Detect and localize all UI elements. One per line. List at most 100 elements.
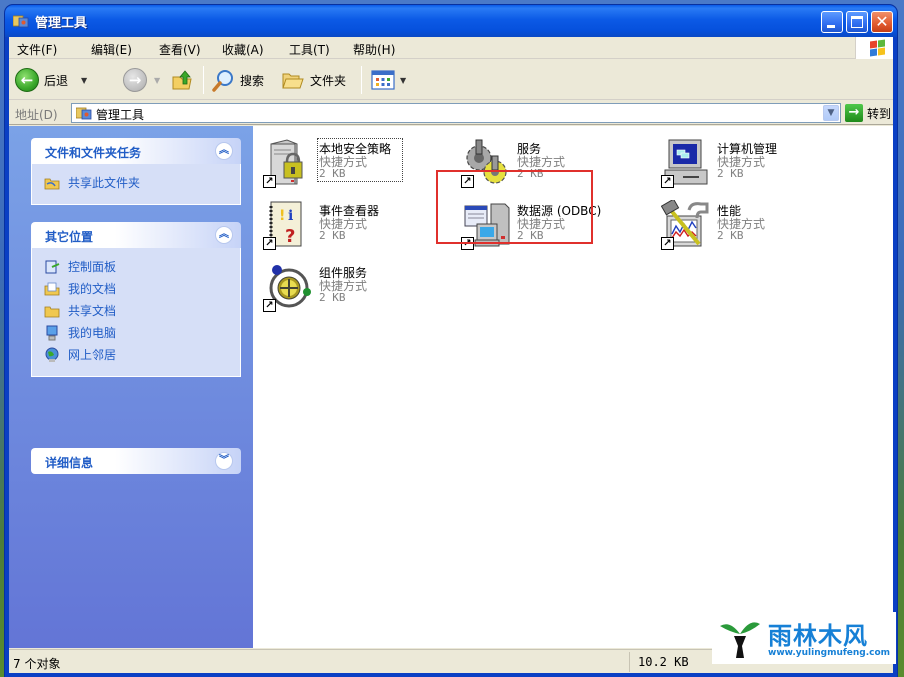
expand-icon[interactable]: ︾ (215, 452, 233, 470)
address-label: 地址(D) (15, 108, 58, 122)
menu-favorites[interactable]: 收藏(A) (222, 41, 264, 58)
item-size: 2 KB (319, 291, 346, 304)
toolbar-separator (361, 66, 362, 94)
back-button[interactable]: ← 后退 ▼ (15, 68, 87, 92)
link-my-computer[interactable]: 我的电脑 (32, 322, 240, 344)
search-button[interactable]: 搜索 (211, 68, 264, 92)
my-computer-icon (46, 325, 58, 341)
back-arrow-icon: ← (15, 68, 39, 92)
panel-other-places: 其它位置 ︽ 控制面板 我的文档 共享文档 我的电脑 网上邻居 (31, 222, 241, 377)
minimize-button[interactable] (821, 11, 843, 33)
collapse-icon[interactable]: ︽ (215, 226, 233, 244)
panel-header[interactable]: 文件和文件夹任务 ︽ (31, 138, 241, 164)
link-my-documents[interactable]: 我的文档 (32, 278, 240, 300)
admin-tools-folder-icon (13, 15, 29, 28)
task-pane: 文件和文件夹任务 ︽ 共享此文件夹 其它位置 ︽ 控制面板 我的文档 共享文档 … (9, 126, 253, 648)
shared-documents-icon (44, 306, 60, 318)
folders-label: 文件夹 (310, 73, 347, 88)
search-icon (212, 70, 233, 92)
item-size: 2 KB (319, 229, 346, 242)
admin-tools-folder-icon (76, 107, 92, 120)
toolbar-separator (203, 66, 204, 94)
menu-bar: 文件(F) 编辑(E) 查看(V) 收藏(A) 工具(T) 帮助(H) (9, 37, 893, 59)
address-dropdown-icon[interactable]: ▼ (823, 105, 839, 121)
shortcut-arrow-icon: ↗ (263, 237, 276, 250)
menu-view[interactable]: 查看(V) (159, 41, 201, 58)
folders-icon (282, 73, 304, 89)
toolbar: ← 后退 ▼ → ▼ 搜索 文件夹 ▼ (9, 60, 893, 100)
window-title: 管理工具 (35, 16, 88, 31)
forward-dropdown-icon[interactable]: ▼ (154, 76, 160, 85)
address-bar: 地址(D) 管理工具 ▼ → 转到 (9, 101, 893, 125)
maximize-button[interactable] (846, 11, 868, 33)
link-label: 控制面板 (68, 260, 117, 274)
file-item-performance[interactable]: ↗ 性能 快捷方式 2 KB (657, 196, 847, 252)
window-frame: 文件(F) 编辑(E) 查看(V) 收藏(A) 工具(T) 帮助(H) ← 后退… (9, 37, 893, 673)
menu-tools[interactable]: 工具(T) (289, 41, 330, 58)
go-button[interactable]: → 转到 (845, 103, 891, 123)
up-folder-icon (172, 70, 192, 90)
title-bar[interactable]: 管理工具 ✕ (5, 5, 897, 37)
explorer-window: 管理工具 ✕ 文件(F) 编辑(E) 查看(V) 收藏(A) 工具(T) 帮助(… (5, 5, 897, 677)
link-label: 我的电脑 (68, 326, 117, 340)
link-label: 我的文档 (68, 282, 117, 296)
close-button[interactable]: ✕ (871, 11, 893, 33)
minimize-icon (827, 25, 835, 28)
link-label: 网上邻居 (68, 348, 117, 362)
total-size: 10.2 KB (638, 655, 689, 669)
item-size: 2 KB (717, 229, 744, 242)
maximize-icon (851, 16, 863, 28)
menu-file[interactable]: 文件(F) (17, 41, 57, 58)
watermark-title: 雨林木风 (768, 622, 868, 650)
status-size-cell: 10.2 KB (629, 652, 719, 672)
forward-button[interactable]: → ▼ (123, 68, 160, 92)
back-dropdown-icon[interactable]: ▼ (81, 76, 87, 85)
panel-body: 控制面板 我的文档 共享文档 我的电脑 网上邻居 (31, 248, 241, 377)
shortcut-arrow-icon: ↗ (661, 175, 674, 188)
file-item-computer-management[interactable]: ↗ 计算机管理 快捷方式 2 KB (657, 134, 847, 190)
forward-arrow-icon: → (123, 68, 147, 92)
panel-title: 文件和文件夹任务 (45, 146, 142, 160)
address-input[interactable]: 管理工具 ▼ (71, 103, 841, 123)
item-size: 2 KB (717, 167, 744, 180)
panel-body: 共享此文件夹 (31, 164, 241, 205)
network-places-icon (45, 347, 59, 362)
panel-header[interactable]: 其它位置 ︽ (31, 222, 241, 248)
shortcut-arrow-icon: ↗ (263, 175, 276, 188)
close-icon: ✕ (875, 12, 889, 31)
views-button[interactable]: ▼ (371, 68, 406, 92)
panel-header[interactable]: 详细信息 ︾ (31, 448, 241, 474)
views-icon (371, 70, 395, 90)
file-item-local-security-policy[interactable]: ↗ 本地安全策略 快捷方式 2 KB (259, 134, 449, 190)
link-shared-documents[interactable]: 共享文档 (32, 300, 240, 322)
back-label: 后退 (44, 73, 69, 88)
file-item-event-viewer[interactable]: ! i ? ↗ 事件查看器 快捷方式 2 KB (259, 196, 449, 252)
folders-button[interactable]: 文件夹 (281, 68, 346, 92)
address-value: 管理工具 (96, 108, 145, 122)
panel-title: 详细信息 (45, 456, 94, 470)
link-label: 共享文档 (68, 304, 117, 318)
collapse-icon[interactable]: ︽ (215, 142, 233, 160)
go-arrow-icon: → (845, 104, 863, 122)
link-control-panel[interactable]: 控制面板 (32, 256, 240, 278)
watermark-tree-logo-icon (720, 622, 760, 658)
svg-text:i: i (288, 208, 293, 224)
watermark: 雨林木风 www.yulingmufeng.com (712, 612, 896, 664)
file-item-component-services[interactable]: ↗ 组件服务 快捷方式 2 KB (259, 258, 449, 314)
up-folder-button[interactable] (171, 68, 195, 92)
watermark-url: www.yulingmufeng.com (768, 648, 891, 658)
panel-details: 详细信息 ︾ (31, 448, 241, 474)
menu-edit[interactable]: 编辑(E) (91, 41, 132, 58)
panel-title: 其它位置 (45, 230, 94, 244)
annotation-highlight-box (436, 170, 593, 244)
link-label: 共享此文件夹 (68, 176, 141, 190)
shortcut-arrow-icon: ↗ (661, 237, 674, 250)
svg-text:!: ! (279, 208, 285, 224)
control-panel-icon (45, 260, 60, 274)
item-size: 2 KB (319, 167, 346, 180)
svg-text:?: ? (285, 226, 295, 247)
link-network-places[interactable]: 网上邻居 (32, 344, 240, 366)
link-share-folder[interactable]: 共享此文件夹 (32, 172, 240, 194)
go-label: 转到 (867, 106, 892, 121)
menu-help[interactable]: 帮助(H) (353, 41, 395, 58)
